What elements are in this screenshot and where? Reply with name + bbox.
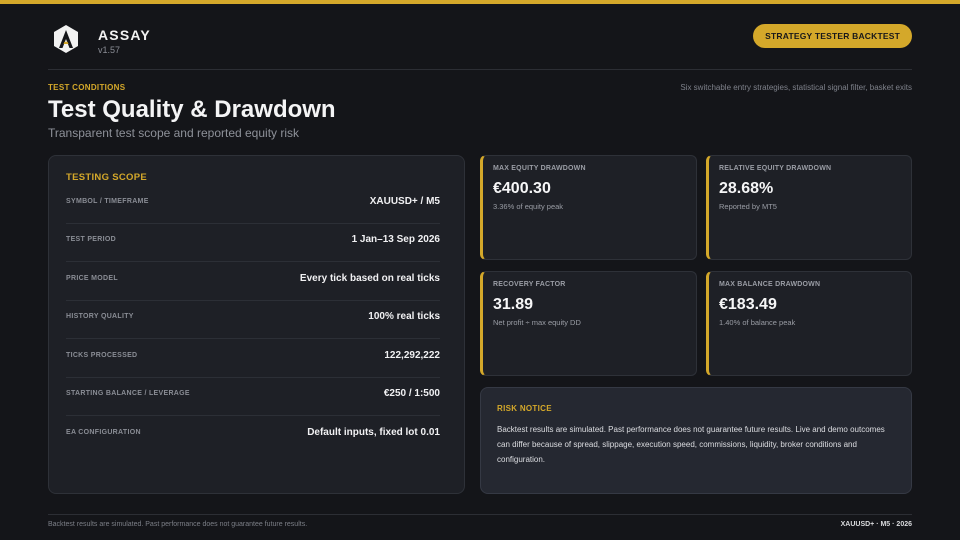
scope-value: Every tick based on real ticks [299, 273, 440, 284]
page-subtitle: Transparent test scope and reported equi… [48, 126, 300, 140]
metric-label: MAX EQUITY DRAWDOWN [493, 165, 586, 172]
scope-value: 122,292,222 [384, 350, 440, 361]
section-eyebrow: TEST CONDITIONS [48, 83, 126, 92]
metric-sub: 3.36% of equity peak [493, 202, 564, 211]
risk-notice-card: RISK NOTICE Backtest results are simulat… [480, 387, 912, 494]
metric-sub: Net profit ÷ max equity DD [493, 318, 581, 327]
scope-value: 1 Jan–13 Sep 2026 [351, 234, 440, 245]
scope-value: €250 / 1:500 [383, 388, 440, 399]
scope-row-balance-leverage: STARTING BALANCE / LEVERAGE €250 / 1:500 [66, 378, 440, 416]
scope-label: HISTORY QUALITY [66, 313, 134, 320]
brand-version: v1.57 [98, 45, 121, 55]
metric-card-relative-equity-drawdown: RELATIVE EQUITY DRAWDOWN 28.68% Reported… [706, 155, 912, 260]
metric-label: RELATIVE EQUITY DRAWDOWN [719, 165, 832, 172]
scope-label: PRICE MODEL [66, 275, 118, 282]
metric-value: 31.89 [493, 296, 534, 313]
scope-row-price-model: PRICE MODEL Every tick based on real tic… [66, 263, 440, 301]
metric-value: €400.30 [493, 180, 551, 197]
metric-value: €183.49 [719, 296, 777, 313]
scope-row-ticks: TICKS PROCESSED 122,292,222 [66, 340, 440, 378]
page-title: Test Quality & Drawdown [48, 96, 336, 123]
scope-value: Default inputs, fixed lot 0.01 [307, 427, 440, 438]
scope-value: 100% real ticks [368, 311, 440, 322]
metric-card-max-balance-drawdown: MAX BALANCE DRAWDOWN €183.49 1.40% of ba… [706, 271, 912, 376]
scope-row-ea-configuration: EA CONFIGURATION Default inputs, fixed l… [66, 417, 440, 455]
brand-name: ASSAY [98, 27, 151, 43]
footer-divider [48, 514, 912, 515]
metric-label: MAX BALANCE DRAWDOWN [719, 281, 821, 288]
metric-label: RECOVERY FACTOR [493, 281, 566, 288]
scope-label: SYMBOL / TIMEFRAME [66, 198, 149, 205]
metric-card-recovery-factor: RECOVERY FACTOR 31.89 Net profit ÷ max e… [480, 271, 697, 376]
scope-value: XAUUSD+ / M5 [369, 196, 440, 207]
top-accent-bar [0, 0, 960, 4]
scope-label: STARTING BALANCE / LEVERAGE [66, 390, 190, 397]
footer-disclaimer: Backtest results are simulated. Past per… [48, 521, 308, 528]
header-divider [48, 69, 912, 70]
scope-row-history-quality: HISTORY QUALITY 100% real ticks [66, 301, 440, 339]
metric-sub: Reported by MT5 [719, 202, 777, 211]
scope-title: TESTING SCOPE [66, 172, 147, 183]
app-header: ASSAY v1.57 STRATEGY TESTER BACKTEST [48, 22, 912, 62]
scope-label: TICKS PROCESSED [66, 352, 138, 359]
risk-text: Backtest results are simulated. Past per… [497, 425, 885, 464]
scope-label: TEST PERIOD [66, 236, 116, 243]
scope-row-symbol: SYMBOL / TIMEFRAME XAUUSD+ / M5 [66, 186, 440, 224]
scope-label: EA CONFIGURATION [66, 429, 141, 436]
risk-title: RISK NOTICE [497, 404, 552, 413]
metric-value: 28.68% [719, 180, 774, 197]
triangle-a-logo-icon [52, 24, 80, 54]
strategy-tagline: Six switchable entry strategies, statist… [680, 83, 912, 92]
scope-row-period: TEST PERIOD 1 Jan–13 Sep 2026 [66, 224, 440, 262]
footer-meta: XAUUSD+ · M5 · 2026 [840, 521, 912, 528]
strategy-tester-badge: STRATEGY TESTER BACKTEST [753, 24, 912, 48]
testing-scope-card: TESTING SCOPE SYMBOL / TIMEFRAME XAUUSD+… [48, 155, 465, 494]
metric-card-max-equity-drawdown: MAX EQUITY DRAWDOWN €400.30 3.36% of equ… [480, 155, 697, 260]
metric-sub: 1.40% of balance peak [719, 318, 796, 327]
